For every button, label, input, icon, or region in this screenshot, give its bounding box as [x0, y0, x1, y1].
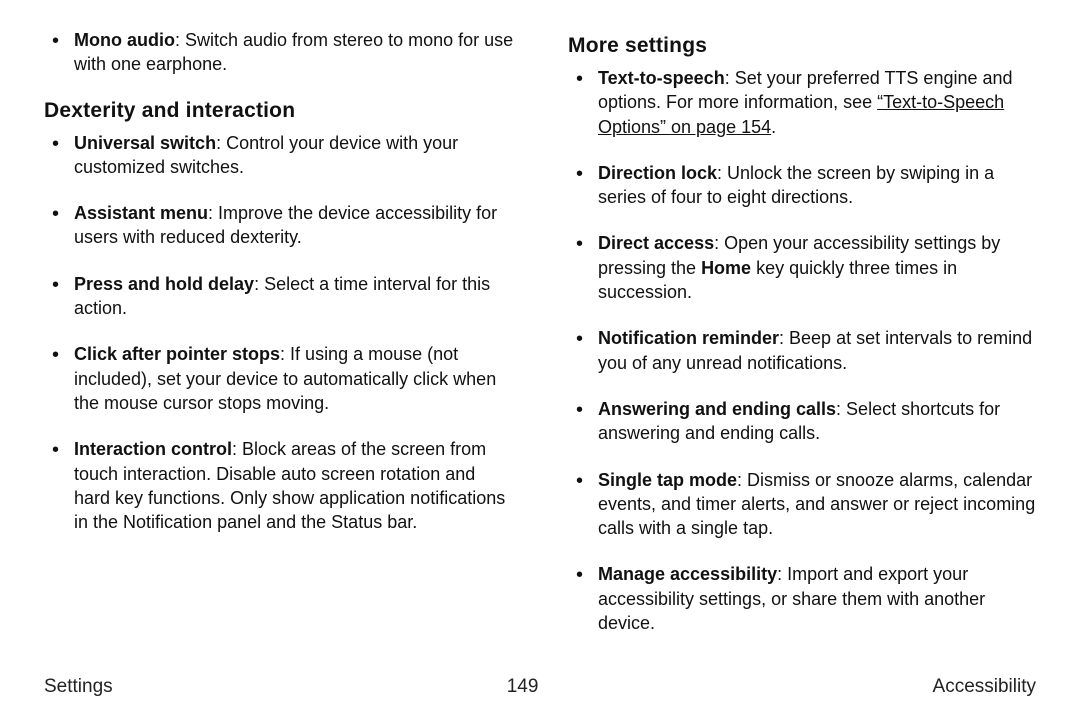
list-item: Direction lock: Unlock the screen by swi… — [594, 161, 1036, 210]
list-item: Answering and ending calls: Select short… — [594, 397, 1036, 446]
item-term: Direct access — [598, 233, 714, 253]
section-title-dexterity: Dexterity and interaction — [44, 99, 514, 123]
item-term-inline: Home — [701, 258, 751, 278]
item-term: Interaction control — [74, 439, 232, 459]
item-term: Notification reminder — [598, 328, 779, 348]
item-term: Direction lock — [598, 163, 717, 183]
section-title-more-settings: More settings — [568, 34, 1036, 58]
item-term: Press and hold delay — [74, 274, 254, 294]
item-term: Single tap mode — [598, 470, 737, 490]
list-item: Assistant menu: Improve the device acces… — [70, 201, 514, 250]
list-item: Notification reminder: Beep at set inter… — [594, 326, 1036, 375]
intro-list: Mono audio: Switch audio from stereo to … — [44, 28, 514, 77]
list-item: Single tap mode: Dismiss or snooze alarm… — [594, 468, 1036, 541]
list-item: Direct access: Open your accessibility s… — [594, 231, 1036, 304]
item-term: Assistant menu — [74, 203, 208, 223]
item-term: Universal switch — [74, 133, 216, 153]
footer-right: Accessibility — [933, 676, 1036, 698]
right-column: More settings Text-to-speech: Set your p… — [540, 28, 1036, 660]
item-term: Text-to-speech — [598, 68, 725, 88]
page-footer: Settings 149 Accessibility — [0, 676, 1080, 698]
footer-left: Settings — [44, 676, 113, 698]
list-item: Click after pointer stops: If using a mo… — [70, 342, 514, 415]
list-item: Mono audio: Switch audio from stereo to … — [70, 28, 514, 77]
more-settings-list: Text-to-speech: Set your preferred TTS e… — [568, 66, 1036, 635]
dexterity-list: Universal switch: Control your device wi… — [44, 131, 514, 535]
item-term: Answering and ending calls — [598, 399, 836, 419]
item-desc-tail: . — [771, 117, 776, 137]
item-term: Manage accessibility — [598, 564, 777, 584]
list-item: Text-to-speech: Set your preferred TTS e… — [594, 66, 1036, 139]
page-body: Mono audio: Switch audio from stereo to … — [0, 0, 1080, 660]
left-column: Mono audio: Switch audio from stereo to … — [44, 28, 540, 660]
list-item: Universal switch: Control your device wi… — [70, 131, 514, 180]
item-term: Mono audio — [74, 30, 175, 50]
page-number: 149 — [113, 676, 933, 698]
list-item: Interaction control: Block areas of the … — [70, 437, 514, 534]
item-term: Click after pointer stops — [74, 344, 280, 364]
list-item: Press and hold delay: Select a time inte… — [70, 272, 514, 321]
list-item: Manage accessibility: Import and export … — [594, 562, 1036, 635]
